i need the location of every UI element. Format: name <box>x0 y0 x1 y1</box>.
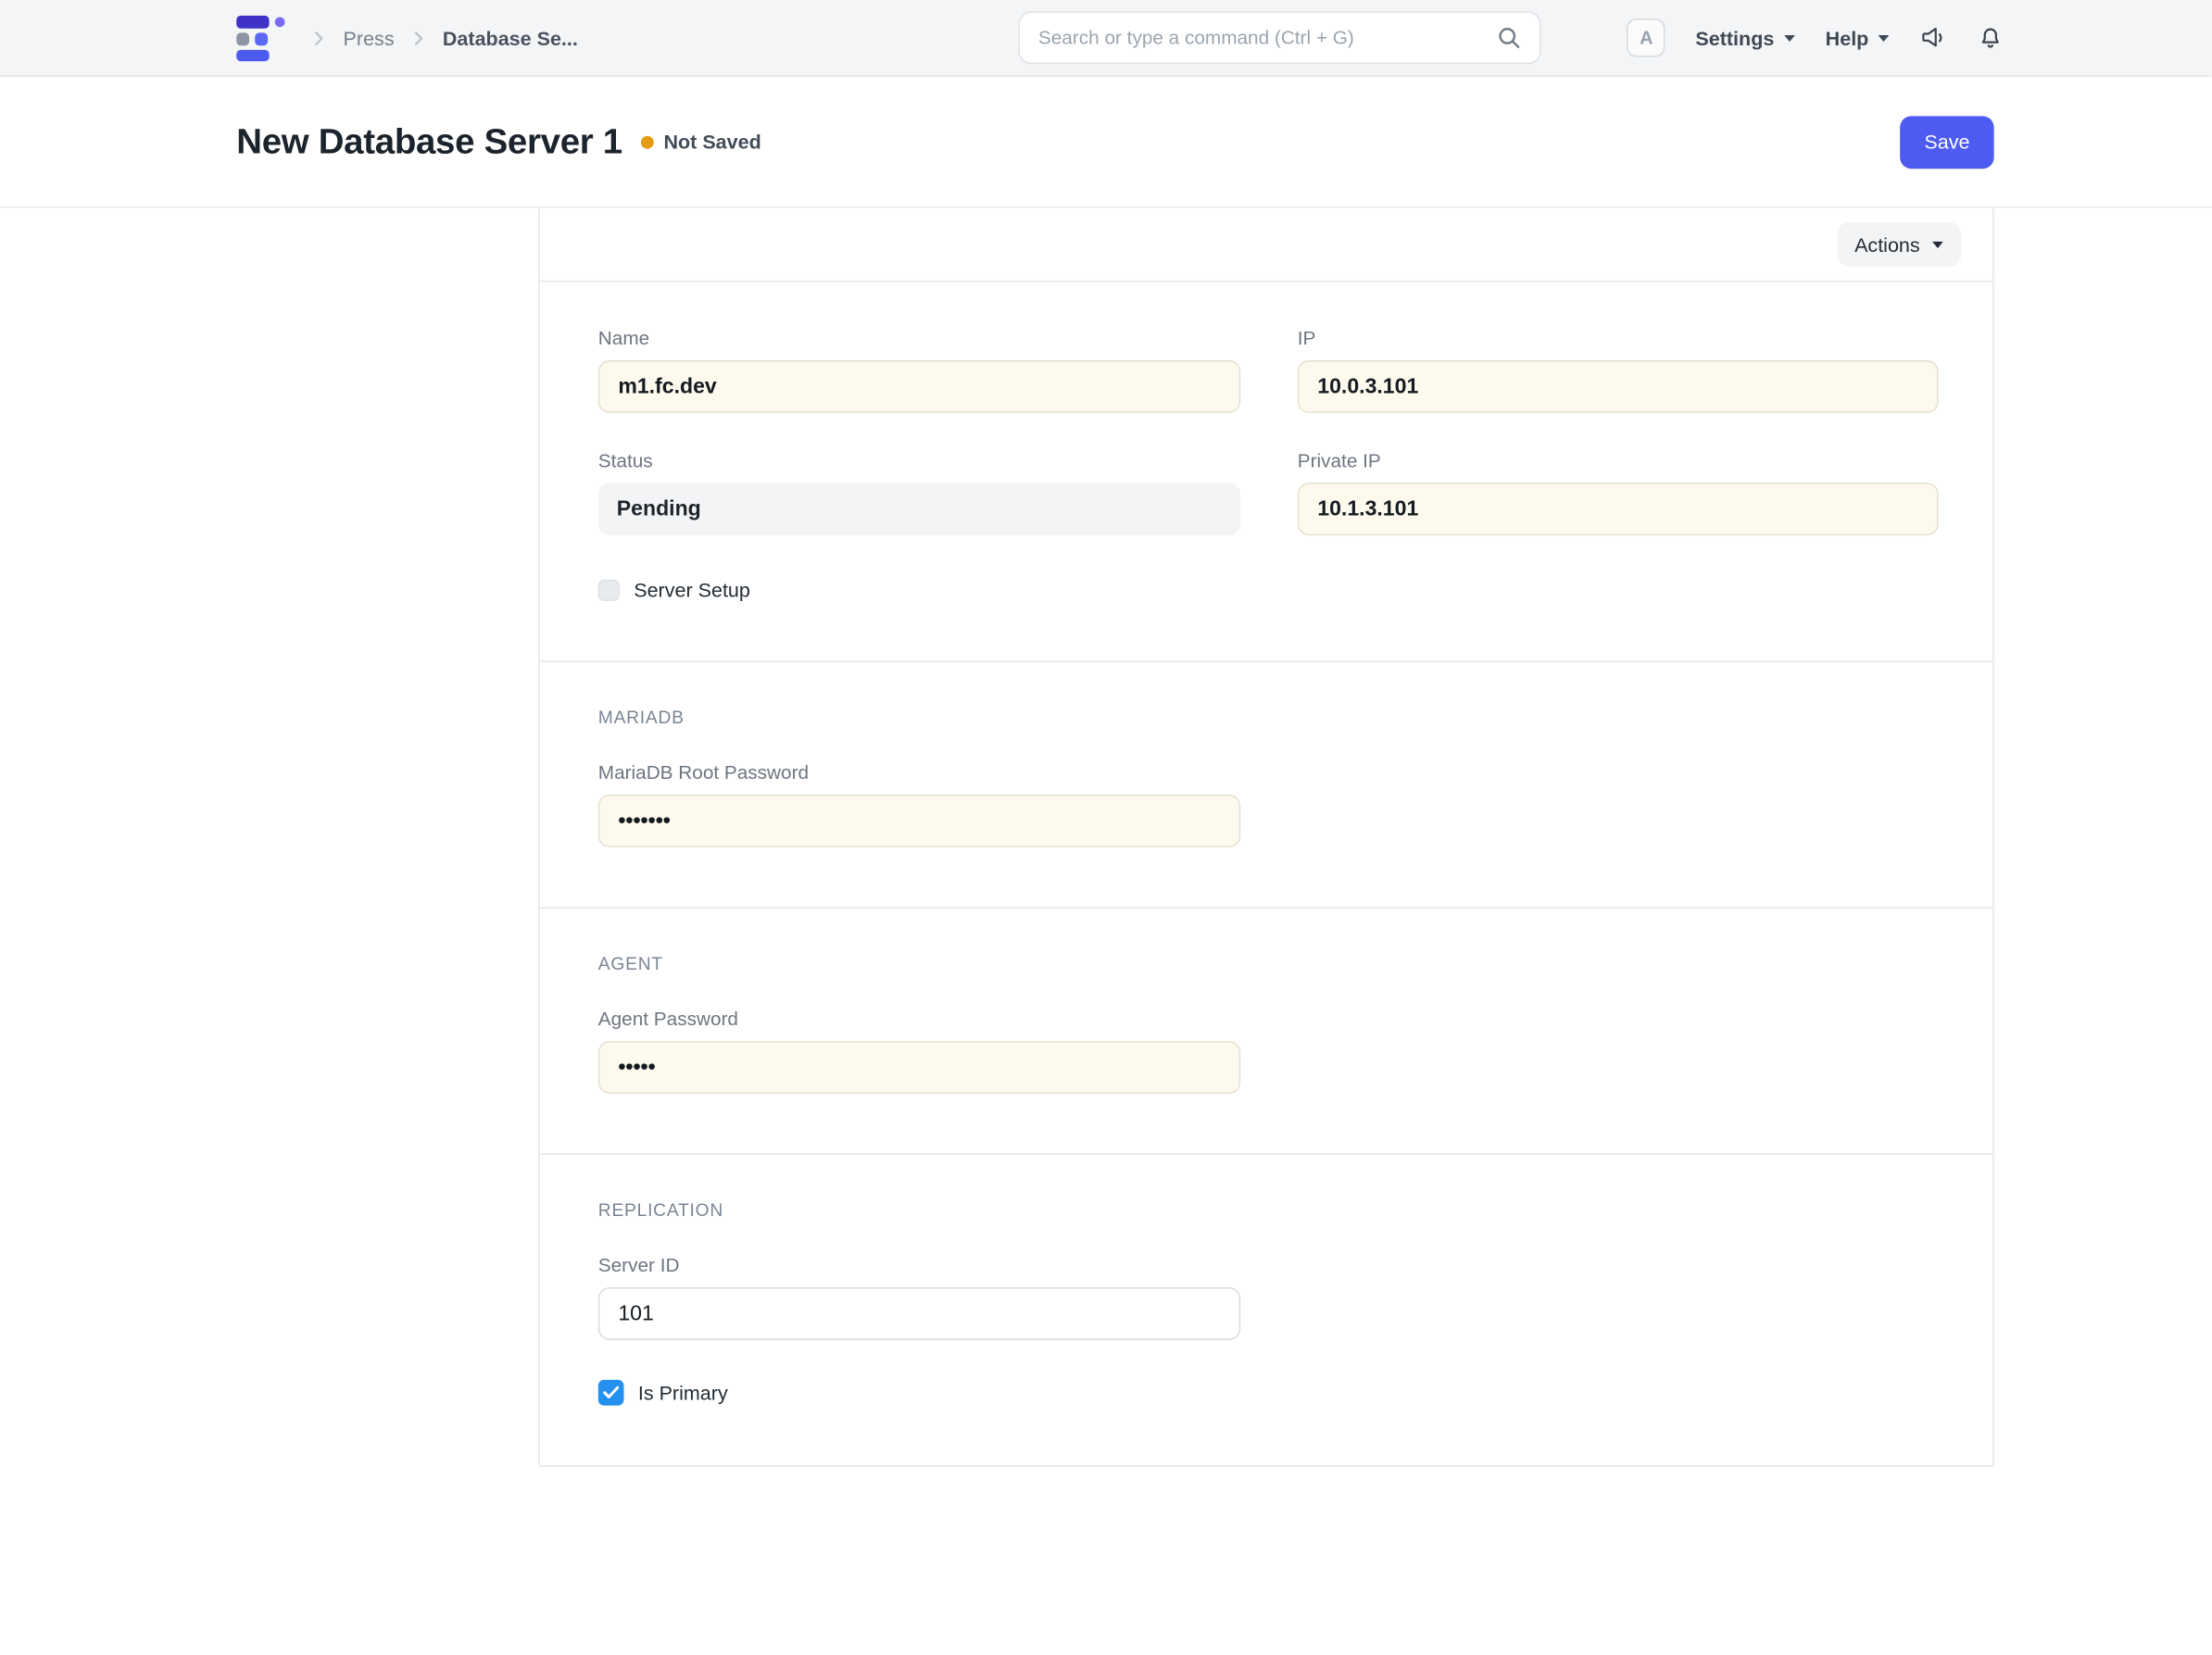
settings-label: Settings <box>1695 26 1774 49</box>
field-name: Name <box>598 328 1240 413</box>
server-setup-checkbox[interactable]: Server Setup <box>598 578 1240 601</box>
status-label: Status <box>598 450 1240 471</box>
help-menu[interactable]: Help <box>1826 26 1891 49</box>
is-primary-label: Is Primary <box>638 1381 728 1404</box>
field-agent-password: Agent Password <box>598 1009 1240 1094</box>
help-label: Help <box>1826 26 1869 49</box>
section-replication: REPLICATION Server ID Is Primary <box>540 1155 1992 1467</box>
field-mariadb-root-password: MariaDB Root Password <box>598 762 1240 847</box>
page-title: New Database Server 1 <box>236 121 622 163</box>
agent-password-label: Agent Password <box>598 1009 1240 1030</box>
save-button[interactable]: Save <box>1900 116 1993 169</box>
unsaved-dot-icon <box>641 135 654 148</box>
search-icon <box>1497 26 1521 50</box>
app: Press Database Se... A Settings <box>0 0 2212 1655</box>
private-ip-label: Private IP <box>1298 450 1939 471</box>
mariadb-root-password-label: MariaDB Root Password <box>598 762 1240 784</box>
server-setup-label: Server Setup <box>634 578 750 601</box>
announcement-icon[interactable] <box>1920 24 1947 51</box>
avatar[interactable]: A <box>1628 19 1666 57</box>
breadcrumb-press[interactable]: Press <box>344 26 395 49</box>
checkbox-unchecked-icon <box>598 579 620 600</box>
field-ip: IP <box>1298 328 1939 413</box>
form-card: Actions Name IP <box>538 207 1993 1466</box>
mariadb-root-password-input[interactable] <box>598 795 1240 847</box>
actions-button[interactable]: Actions <box>1838 222 1962 267</box>
chevron-down-icon <box>1878 33 1891 42</box>
unsaved-label: Not Saved <box>663 131 760 154</box>
field-server-id: Server ID <box>598 1255 1240 1340</box>
notifications-bell-icon[interactable] <box>1977 24 2004 51</box>
status-value: Pending <box>598 483 1240 535</box>
name-label: Name <box>598 328 1240 349</box>
search-input[interactable] <box>1038 27 1486 48</box>
page-header: New Database Server 1 Not Saved Save <box>0 77 2212 207</box>
section-basic: Name IP Status Pending Private IP <box>540 282 1992 662</box>
field-private-ip: Private IP <box>1298 450 1939 535</box>
server-id-input[interactable] <box>598 1287 1240 1340</box>
navbar-actions: A Settings Help <box>1628 0 2005 75</box>
top-navbar: Press Database Se... A Settings <box>0 0 2212 77</box>
field-status: Status Pending <box>598 450 1240 535</box>
chevron-down-icon <box>1783 33 1796 42</box>
agent-password-input[interactable] <box>598 1041 1240 1094</box>
section-agent: AGENT Agent Password <box>540 909 1992 1155</box>
replication-section-heading: REPLICATION <box>598 1200 1936 1221</box>
form-toolbar: Actions <box>540 207 1992 282</box>
actions-label: Actions <box>1854 232 1920 256</box>
ip-input[interactable] <box>1298 360 1939 413</box>
chevron-right-icon <box>407 26 430 49</box>
content-area: Actions Name IP <box>0 207 2212 1466</box>
breadcrumb: Press Database Se... <box>236 0 578 75</box>
breadcrumb-current[interactable]: Database Se... <box>443 26 578 49</box>
frappe-cloud-logo[interactable] <box>236 14 286 61</box>
server-id-label: Server ID <box>598 1255 1240 1276</box>
section-mariadb: MARIADB MariaDB Root Password <box>540 662 1992 909</box>
agent-section-heading: AGENT <box>598 954 1936 974</box>
ip-label: IP <box>1298 328 1939 349</box>
chevron-right-icon <box>308 26 331 49</box>
chevron-down-icon <box>1931 240 1944 248</box>
unsaved-indicator: Not Saved <box>641 131 761 154</box>
global-search[interactable] <box>1018 11 1540 64</box>
settings-menu[interactable]: Settings <box>1695 26 1795 49</box>
mariadb-section-heading: MARIADB <box>598 708 1936 728</box>
is-primary-checkbox[interactable]: Is Primary <box>598 1380 1936 1406</box>
name-input[interactable] <box>598 360 1240 413</box>
checkbox-checked-icon <box>598 1380 624 1406</box>
private-ip-input[interactable] <box>1298 483 1939 535</box>
